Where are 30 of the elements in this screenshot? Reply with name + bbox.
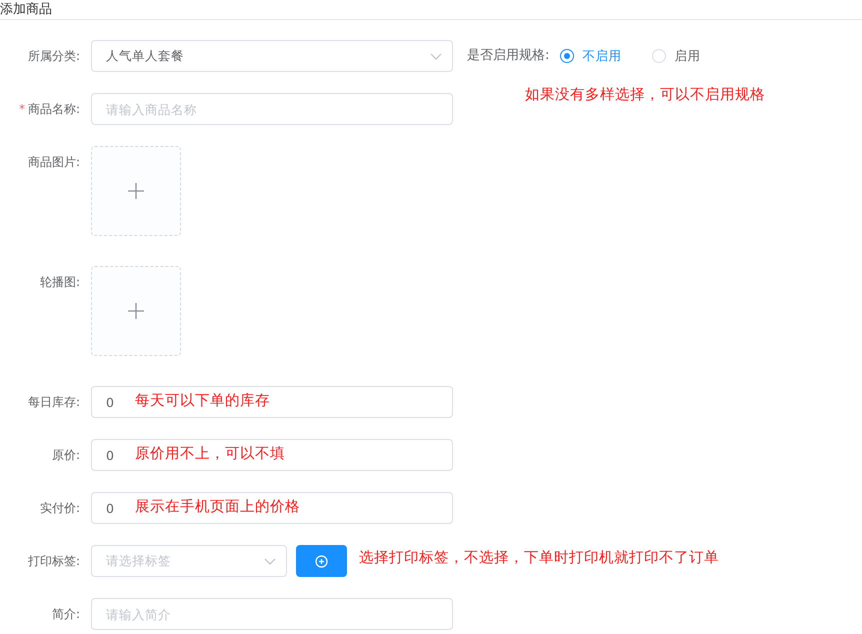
image-upload[interactable] [91,146,181,236]
field-label: 轮播图: [40,275,80,289]
field-label: 实付价: [40,501,80,515]
text-input-field[interactable]: 请输入简介 [91,598,453,630]
field-label: 所属分类: [28,49,80,63]
page-title: 添加商品 [0,2,52,18]
text-input-field[interactable]: 请输入商品名称 [91,93,453,125]
field-label: 每日库存: [28,395,80,409]
annotation-text: 原价用不上，可以不填 [135,445,285,464]
plus-circle-icon [315,554,328,568]
plus-icon [127,302,145,320]
required-asterisk: * [18,102,25,116]
annotation-text: 如果没有多样选择，可以不启用规格 [525,86,765,105]
plus-icon [127,182,145,200]
annotation-text: 选择打印标签，不选择，下单时打印机就打印不了订单 [359,549,719,568]
caret-icon [430,51,442,61]
field-label: 简介: [52,607,80,621]
field-label: 是否启用规格: [467,47,550,66]
radio-option[interactable]: 启用 [652,46,700,66]
field-label: 商品图片: [28,155,80,169]
annotation-text: 每天可以下单的库存 [135,392,270,411]
radio-option[interactable]: 不启用 [560,46,622,66]
caret-icon [264,556,276,566]
category-select[interactable]: 人气单人套餐 [91,40,453,72]
annotation-text: 展示在手机页面上的价格 [135,498,300,517]
add-button[interactable] [296,545,347,577]
field-label: 商品名称: [28,102,80,116]
field-label: 原价: [52,448,80,462]
field-label: 打印标签: [28,554,80,568]
image-upload[interactable] [91,266,181,356]
